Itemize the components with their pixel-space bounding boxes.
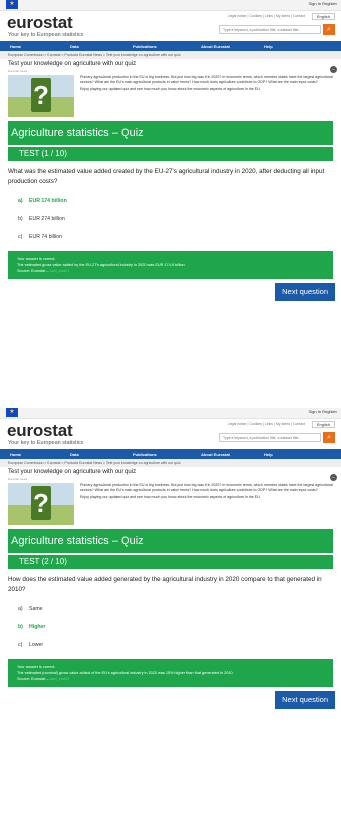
source-label: Source: Eurostat – — [17, 677, 49, 681]
page-title: Test your knowledge on agriculture with … — [8, 61, 137, 67]
answer-list: a) EUR 174 billion b) EUR 274 billion c) EU… — [8, 197, 333, 251]
answer-letter: b) — [18, 216, 23, 222]
search-icon: ⌕ — [327, 433, 331, 441]
search-icon: ⌕ — [327, 25, 331, 33]
answer-text: Lower — [29, 642, 44, 648]
test-counter: TEST (1 / 10) — [8, 147, 333, 161]
quiz-intro: ? Primary agricultural production in the… — [0, 75, 341, 117]
intro-text: Primary agricultural production in the E… — [80, 75, 337, 94]
nav-item-publications[interactable]: Publications — [133, 44, 201, 49]
page-title: Test your knowledge on agriculture with … — [8, 469, 137, 475]
quiz-title: Agriculture statistics – Quiz — [8, 121, 333, 145]
answer-option-b[interactable]: b) Higher — [8, 623, 333, 641]
language-selector[interactable]: English — [311, 13, 335, 20]
quiz-screenshot-1: ★ Sign In Register eurostat Your key to … — [0, 0, 341, 398]
sign-in-link[interactable]: Sign In Register — [309, 1, 337, 6]
search-input[interactable] — [219, 25, 321, 34]
nav-item-about[interactable]: About Eurostat — [201, 44, 264, 49]
next-question-button[interactable]: Next question — [275, 283, 335, 301]
question-mark-icon: ? — [31, 78, 51, 112]
answer-text: Higher — [29, 624, 46, 630]
nav-item-help[interactable]: Help — [264, 452, 273, 457]
nav-item-home[interactable]: Home — [10, 452, 70, 457]
question-text: What was the estimated value added creat… — [8, 168, 325, 185]
answer-text: EUR 174 billion — [29, 198, 67, 204]
news-meta: Eurostat news − — [0, 474, 341, 481]
answer-letter: c) — [18, 234, 23, 240]
intro-paragraph: Enjoy playing our updated quiz and see h… — [80, 495, 261, 499]
answer-list: a) Same b) Higher c) Lower — [8, 605, 333, 659]
answer-letter: a) — [18, 198, 23, 204]
language-selector[interactable]: English — [311, 421, 335, 428]
minus-circle-icon[interactable]: − — [330, 474, 337, 481]
quiz-intro: ? Primary agricultural production in the… — [0, 483, 341, 525]
next-area: Next question — [0, 279, 341, 305]
next-area: Next question — [0, 687, 341, 713]
news-meta-label: Eurostat news — [8, 69, 28, 73]
answer-text: Same — [29, 606, 43, 612]
answer-text: EUR 74 billion — [29, 234, 62, 240]
nav-item-data[interactable]: Data — [70, 44, 133, 49]
breadcrumb[interactable]: European Commission > Eurostat > Product… — [0, 51, 341, 59]
news-meta-label: Eurostat news — [8, 477, 28, 481]
top-utility-bar: ★ Sign In Register — [0, 0, 341, 11]
eurostat-logo[interactable]: eurostat — [7, 13, 73, 33]
utility-links[interactable]: Legal notice | Cookies | Links | My aler… — [228, 14, 305, 18]
quiz-title: Agriculture statistics – Quiz — [8, 529, 333, 553]
answer-option-c[interactable]: c) EUR 74 billion — [8, 233, 333, 251]
site-header: eurostat Your key to European statistics… — [0, 11, 341, 41]
answer-letter: c) — [18, 642, 23, 648]
answer-option-b[interactable]: b) EUR 274 billion — [8, 215, 333, 233]
eu-flag-icon: ★ — [6, 408, 18, 417]
search-input[interactable] — [219, 433, 321, 442]
site-tagline: Your key to European statistics — [8, 440, 84, 446]
answer-option-a[interactable]: a) EUR 174 billion — [8, 197, 333, 215]
answer-letter: b) — [18, 624, 23, 630]
top-utility-bar: ★ Sign In Register — [0, 408, 341, 419]
question-mark-icon: ? — [31, 486, 51, 520]
next-question-button[interactable]: Next question — [275, 691, 335, 709]
nav-item-publications[interactable]: Publications — [133, 452, 201, 457]
site-tagline: Your key to European statistics — [8, 32, 84, 38]
question-sign-image: ? — [8, 483, 74, 525]
main-nav: Home Data Publications About Eurostat He… — [0, 449, 341, 459]
site-header: eurostat Your key to European statistics… — [0, 419, 341, 449]
answer-letter: a) — [18, 606, 23, 612]
main-nav: Home Data Publications About Eurostat He… — [0, 41, 341, 51]
feedback-source: Source: Eurostat – aact_eaa01 — [17, 268, 324, 274]
search-button[interactable]: ⌕ — [323, 432, 335, 443]
answer-feedback: Your answer is correct. The estimated gr… — [8, 251, 333, 279]
intro-text: Primary agricultural production in the E… — [80, 483, 337, 502]
source-link[interactable]: aact_eaa01 — [50, 677, 70, 681]
nav-item-home[interactable]: Home — [10, 44, 70, 49]
intro-paragraph: Primary agricultural production in the E… — [80, 483, 333, 492]
source-link[interactable]: aact_eaa01 — [50, 269, 70, 273]
intro-paragraph: Enjoy playing our updated quiz and see h… — [80, 87, 261, 91]
question-sign-image: ? — [8, 75, 74, 117]
sign-in-link[interactable]: Sign In Register — [309, 409, 337, 414]
question-text: How does the estimated value added gener… — [8, 576, 322, 593]
nav-item-help[interactable]: Help — [264, 44, 273, 49]
eu-flag-icon: ★ — [6, 0, 18, 9]
answer-feedback: Your answer is correct. The estimated (n… — [8, 659, 333, 687]
breadcrumb[interactable]: European Commission > Eurostat > Product… — [0, 459, 341, 467]
test-counter: TEST (2 / 10) — [8, 555, 333, 569]
eurostat-logo[interactable]: eurostat — [7, 421, 73, 441]
quiz-screenshot-2: ★ Sign In Register eurostat Your key to … — [0, 408, 341, 816]
utility-links[interactable]: Legal notice | Cookies | Links | My aler… — [228, 422, 305, 426]
answer-option-a[interactable]: a) Same — [8, 605, 333, 623]
answer-option-c[interactable]: c) Lower — [8, 641, 333, 659]
nav-item-about[interactable]: About Eurostat — [201, 452, 264, 457]
intro-paragraph: Primary agricultural production in the E… — [80, 75, 333, 84]
answer-text: EUR 274 billion — [29, 216, 65, 222]
feedback-source: Source: Eurostat – aact_eaa01 — [17, 676, 324, 682]
nav-item-data[interactable]: Data — [70, 452, 133, 457]
news-meta: Eurostat news − — [0, 66, 341, 73]
minus-circle-icon[interactable]: − — [330, 66, 337, 73]
search-button[interactable]: ⌕ — [323, 24, 335, 35]
source-label: Source: Eurostat – — [17, 269, 49, 273]
